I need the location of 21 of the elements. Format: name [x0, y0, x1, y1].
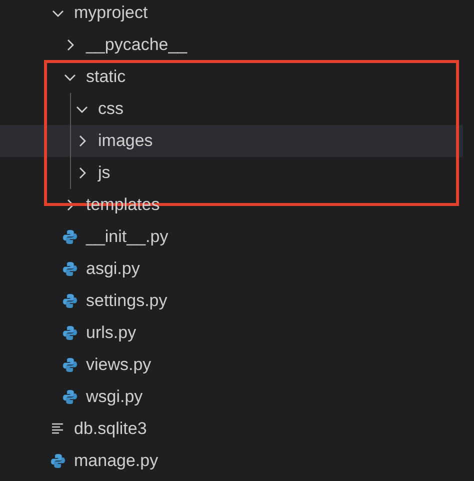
tree-item[interactable]: wsgi.py — [0, 381, 463, 413]
python-file-icon — [62, 293, 78, 309]
python-file-icon — [62, 325, 78, 341]
tree-item[interactable]: views.py — [0, 349, 463, 381]
tree-item[interactable]: asgi.py — [0, 253, 463, 285]
tree-item[interactable]: static — [0, 61, 463, 93]
tree-item[interactable]: myproject — [0, 0, 463, 29]
python-file-icon — [62, 389, 78, 405]
tree-item[interactable]: css — [0, 93, 463, 125]
tree-item[interactable]: settings.py — [0, 285, 463, 317]
tree-item[interactable]: __init__.py — [0, 221, 463, 253]
tree-item[interactable]: images — [0, 125, 463, 157]
tree-item[interactable]: js — [0, 157, 463, 189]
tree-item[interactable]: manage.py — [0, 445, 463, 477]
tree-item[interactable]: __pycache__ — [0, 29, 463, 61]
python-file-icon — [62, 261, 78, 277]
tree-item[interactable]: db.sqlite3 — [0, 413, 463, 445]
python-file-icon — [50, 453, 66, 469]
tree-item[interactable]: urls.py — [0, 317, 463, 349]
python-file-icon — [62, 229, 78, 245]
python-file-icon — [62, 357, 78, 373]
